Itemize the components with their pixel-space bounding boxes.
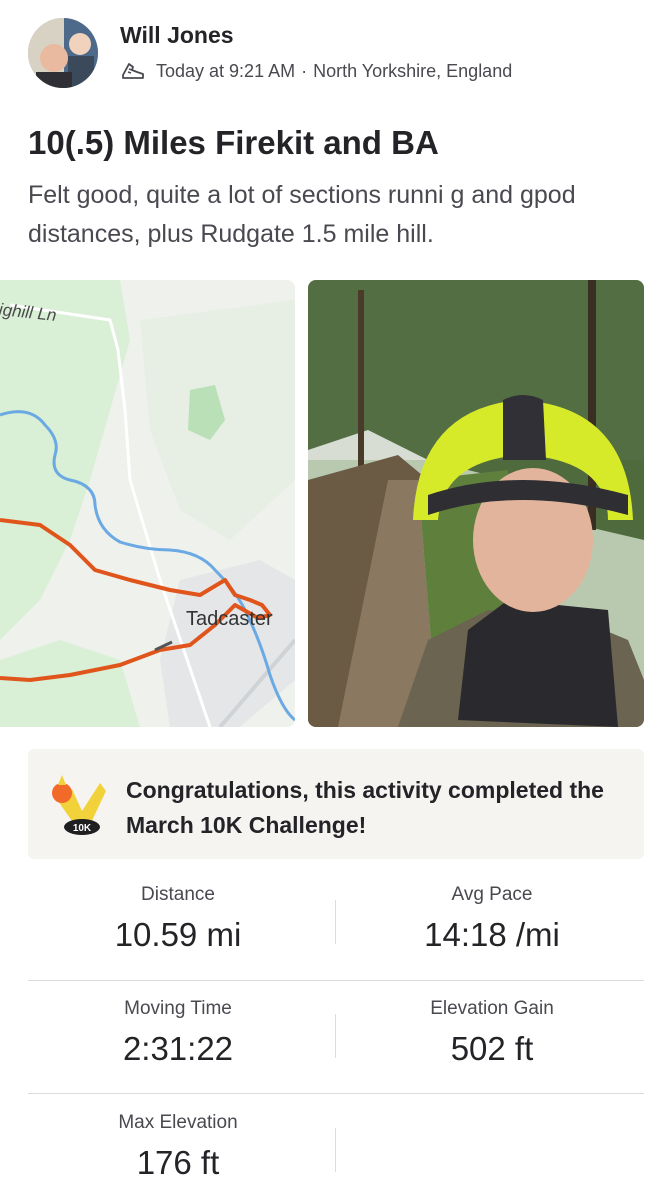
run-shoe-icon <box>120 60 146 82</box>
stat-elevation-gain: Elevation Gain 502 ft <box>342 998 642 1068</box>
challenge-banner[interactable]: 10K Congratulations, this activity compl… <box>28 749 644 859</box>
stat-divider <box>335 1014 336 1058</box>
stat-value: 14:18 /mi <box>424 916 560 953</box>
activity-header: Will Jones Today at 9:21 AM · North York… <box>28 18 648 90</box>
stat-label: Moving Time <box>124 998 232 1019</box>
stat-max-elevation: Max Elevation 176 ft <box>28 1112 328 1182</box>
badge-text: 10K <box>73 823 92 834</box>
stat-value: 2:31:22 <box>122 1030 234 1067</box>
stat-avg-pace: Avg Pace 14:18 /mi <box>342 884 642 954</box>
stat-divider <box>335 900 336 944</box>
stat-value: 10.59 mi <box>114 916 242 953</box>
stat-label: Elevation Gain <box>430 998 554 1019</box>
challenge-badge-icon: 10K <box>48 771 110 837</box>
avatar[interactable] <box>28 18 98 88</box>
stat-moving-time: Moving Time 2:31:22 <box>28 998 328 1068</box>
challenge-message[interactable]: Congratulations, this activity completed… <box>126 773 616 843</box>
activity-location: North Yorkshire, England <box>313 60 513 81</box>
athlete-name[interactable]: Will Jones <box>120 22 234 49</box>
map-town-label: Tadcaster <box>186 608 273 630</box>
stat-label: Avg Pace <box>451 884 533 905</box>
activity-time: Today at 9:21 AM <box>156 60 296 81</box>
stat-label: Distance <box>141 884 215 905</box>
activity-meta: Today at 9:21 AM · North Yorkshire, Engl… <box>120 60 512 82</box>
activity-title[interactable]: 10(.5) Miles Firekit and BA <box>28 124 648 162</box>
activity-description: Felt good, quite a lot of sections runni… <box>28 181 576 248</box>
row-divider <box>28 980 644 981</box>
stat-divider <box>335 1128 336 1172</box>
stat-label: Max Elevation <box>118 1112 238 1133</box>
meta-separator: · <box>301 60 308 81</box>
stat-value: 502 ft <box>450 1030 534 1067</box>
activity-photo[interactable] <box>308 280 644 727</box>
row-divider <box>28 1093 644 1094</box>
stat-distance: Distance 10.59 mi <box>28 884 328 954</box>
route-map[interactable] <box>0 280 295 727</box>
stat-value: 176 ft <box>136 1144 220 1181</box>
